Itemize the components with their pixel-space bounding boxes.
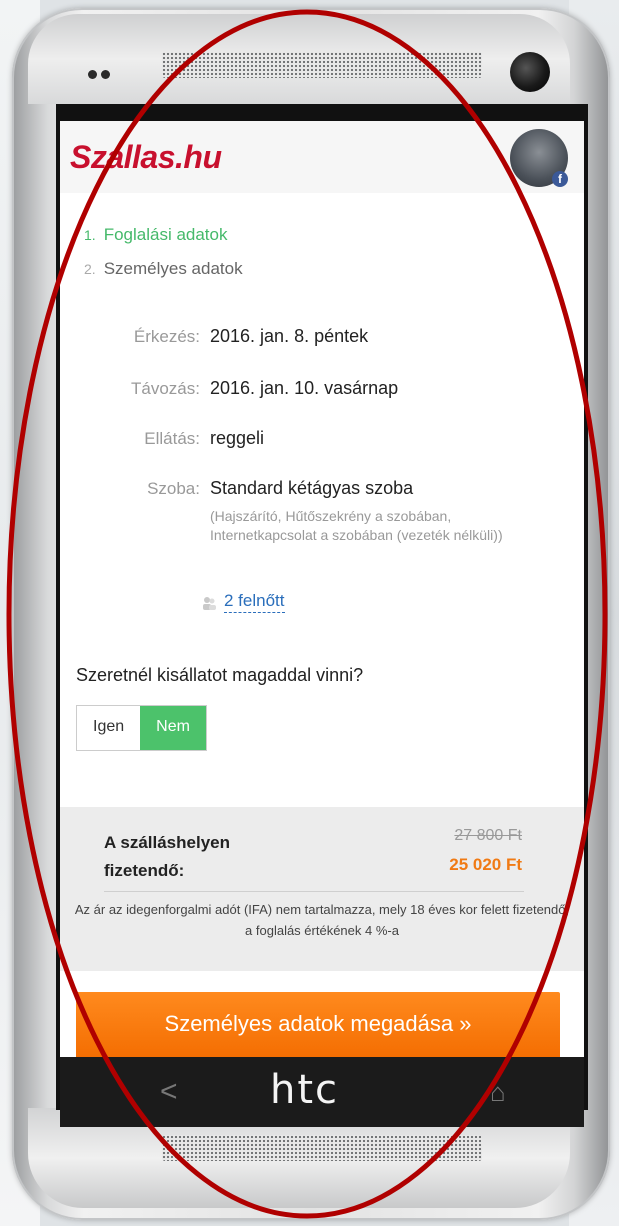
discounted-price: 25 020 Ft xyxy=(449,855,522,874)
sensor-dots xyxy=(88,66,118,79)
guests-selector[interactable]: 2 felnőtt xyxy=(202,591,285,613)
guests-label: 2 felnőtt xyxy=(224,591,285,613)
person-icon xyxy=(202,595,216,610)
szallas-logo[interactable]: Szallas.hu xyxy=(70,139,222,176)
phone-screen: Szallas.hu f 1. Foglalási adatok 2. Személ… xyxy=(60,121,584,1057)
htc-logo: htc xyxy=(270,1067,340,1113)
step-label: Személyes adatok xyxy=(103,259,243,278)
step-personal-details: 2. Személyes adatok xyxy=(84,259,243,279)
home-icon[interactable]: ⌂ xyxy=(490,1077,506,1108)
room-amenities: (Hajszárító, Hűtőszekrény a szobában, In… xyxy=(210,508,503,543)
original-price: 27 800 Ft xyxy=(454,827,522,844)
android-navbar: < htc ⌂ xyxy=(60,1057,584,1127)
departure-value: 2016. jan. 10. vasárnap xyxy=(210,378,399,398)
board-value: reggeli xyxy=(210,428,265,448)
price-label-line1: A szálláshelyen xyxy=(104,833,230,852)
pet-yes-button[interactable]: Igen xyxy=(77,706,141,750)
app-header: Szallas.hu f xyxy=(60,121,584,193)
board-label: Ellátás: xyxy=(144,429,200,448)
facebook-icon: f xyxy=(552,171,568,187)
price-label: A szálláshelyen fizetendő: xyxy=(104,829,284,885)
pet-toggle: Igen Nem xyxy=(76,705,207,751)
price-label-line2: fizetendő: xyxy=(104,861,185,880)
step-booking-details: 1. Foglalási adatok xyxy=(84,225,228,245)
front-camera xyxy=(510,52,550,92)
arrival-value: 2016. jan. 8. péntek xyxy=(210,326,369,346)
personal-details-button[interactable]: Személyes adatok megadása » xyxy=(76,992,560,1057)
price-summary: A szálláshelyen fizetendő: 27 800 Ft 25 … xyxy=(60,807,584,971)
price-divider xyxy=(104,891,524,892)
back-icon[interactable]: < xyxy=(160,1075,178,1109)
top-speaker-grille xyxy=(162,52,482,78)
departure-label: Távozás: xyxy=(131,379,200,398)
tax-note: Az ár az idegenforgalmi adót (IFA) nem t… xyxy=(74,902,570,938)
step-number: 2. xyxy=(84,261,96,277)
pet-no-button[interactable]: Nem xyxy=(140,706,206,750)
arrival-label: Érkezés: xyxy=(133,327,200,346)
room-label: Szoba: xyxy=(147,479,200,498)
bottom-speaker-grille xyxy=(162,1135,482,1161)
step-number: 1. xyxy=(84,227,96,243)
pet-question: Szeretnél kisállatot magaddal vinni? xyxy=(76,665,364,685)
step-label: Foglalási adatok xyxy=(103,225,228,244)
room-value: Standard kétágyas szoba xyxy=(210,478,414,498)
